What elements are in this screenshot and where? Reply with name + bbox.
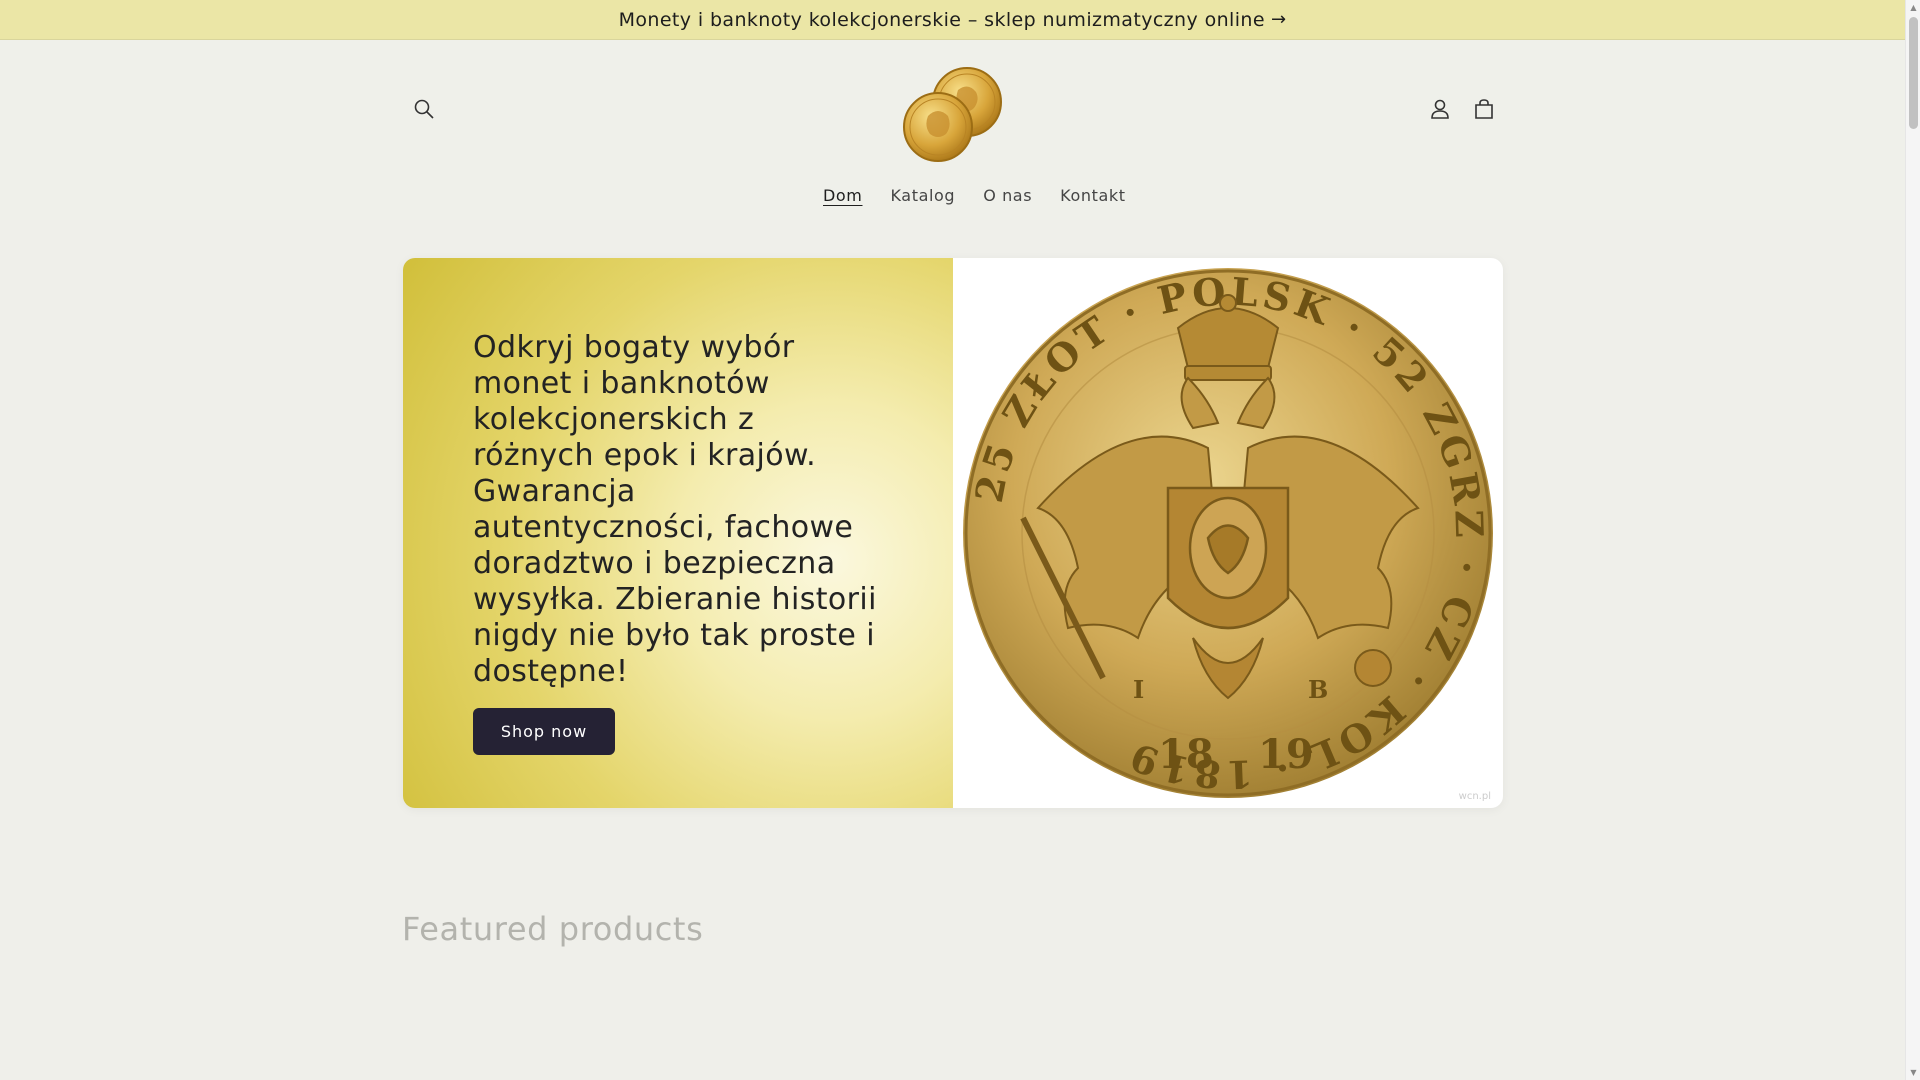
nav-item-katalog[interactable]: Katalog — [879, 176, 968, 215]
cart-icon — [1473, 98, 1495, 124]
hero-banner: Odkryj bogaty wybór monet i banknotów ko… — [403, 258, 1503, 808]
page-scrollbar[interactable]: ▲ ▼ — [1905, 0, 1920, 1080]
scroll-up-icon[interactable]: ▲ — [1909, 3, 1918, 12]
featured-products-title: Featured products — [402, 910, 704, 948]
hero-heading: Odkryj bogaty wybór monet i banknotów ko… — [473, 330, 877, 689]
nav-item-kontakt[interactable]: Kontakt — [1048, 176, 1137, 215]
coin-year-left: 18 — [1158, 731, 1214, 778]
account-icon — [1429, 98, 1451, 124]
shop-now-button[interactable]: Shop now — [473, 708, 615, 755]
announcement-text: Monety i banknoty kolekcjonerskie – skle… — [618, 8, 1265, 31]
scroll-thumb[interactable] — [1909, 17, 1918, 129]
account-button[interactable] — [1418, 89, 1462, 133]
cart-button[interactable] — [1462, 89, 1506, 133]
nav-item-o-nas[interactable]: O nas — [971, 176, 1044, 215]
site-header: Dom Katalog O nas Kontakt — [0, 40, 1905, 220]
mint-mark-right: B — [1308, 675, 1328, 704]
hero-coin-image: 25 ZŁOT · POLSK · 52 ZGRZ · CZ · KOL · 1… — [953, 258, 1503, 808]
search-button[interactable] — [402, 89, 446, 133]
nav-item-dom[interactable]: Dom — [811, 176, 875, 215]
main-nav: Dom Katalog O nas Kontakt — [807, 176, 1138, 215]
logo[interactable] — [900, 64, 1010, 164]
search-icon — [413, 98, 435, 124]
hero-text-panel: Odkryj bogaty wybór monet i banknotów ko… — [403, 258, 953, 808]
coin-eagle-image: 25 ZŁOT · POLSK · 52 ZGRZ · CZ · KOL · 1… — [963, 268, 1493, 798]
mint-mark-left: I — [1133, 675, 1144, 704]
arrow-right-icon: → — [1270, 9, 1287, 30]
coin-year-right: 19 — [1258, 731, 1314, 778]
scroll-down-icon[interactable]: ▼ — [1909, 1068, 1918, 1077]
image-watermark: wcn.pl — [1458, 791, 1491, 802]
announcement-bar[interactable]: Monety i banknoty kolekcjonerskie – skle… — [0, 0, 1905, 40]
